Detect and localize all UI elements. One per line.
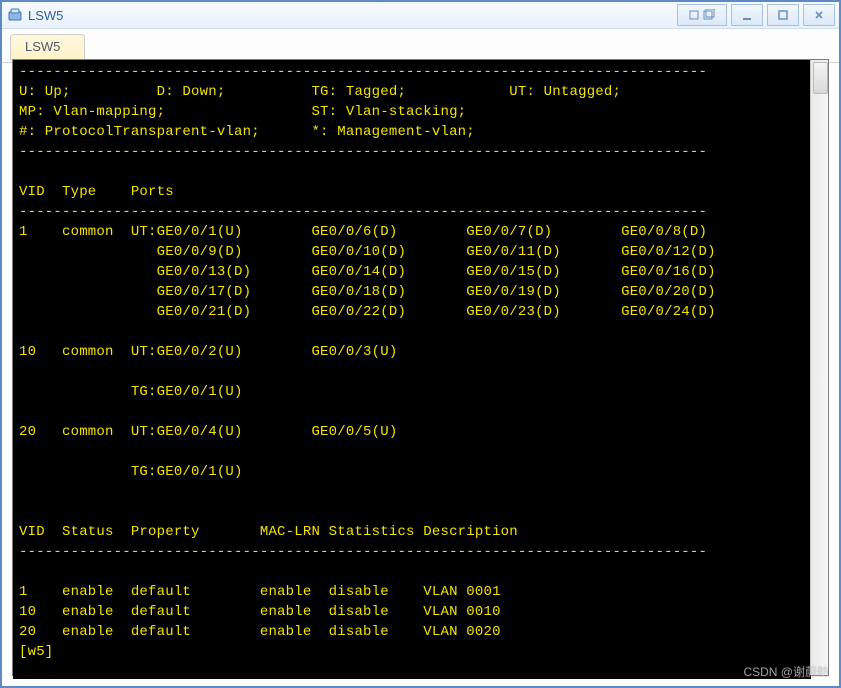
close-button[interactable] bbox=[803, 4, 835, 26]
scroll-thumb[interactable] bbox=[813, 62, 828, 94]
window-title: LSW5 bbox=[28, 8, 63, 23]
tab-strip: LSW5 bbox=[2, 29, 839, 63]
terminal-output[interactable]: ----------------------------------------… bbox=[13, 60, 811, 679]
minimize-button[interactable] bbox=[731, 4, 763, 26]
maximize-button[interactable] bbox=[767, 4, 799, 26]
terminal-panel: ----------------------------------------… bbox=[12, 59, 829, 676]
tab-lsw5[interactable]: LSW5 bbox=[10, 34, 85, 61]
vertical-scrollbar[interactable] bbox=[810, 60, 828, 675]
window-titlebar: LSW5 bbox=[2, 0, 839, 29]
app-icon bbox=[8, 8, 22, 22]
aux-button[interactable] bbox=[677, 4, 727, 26]
